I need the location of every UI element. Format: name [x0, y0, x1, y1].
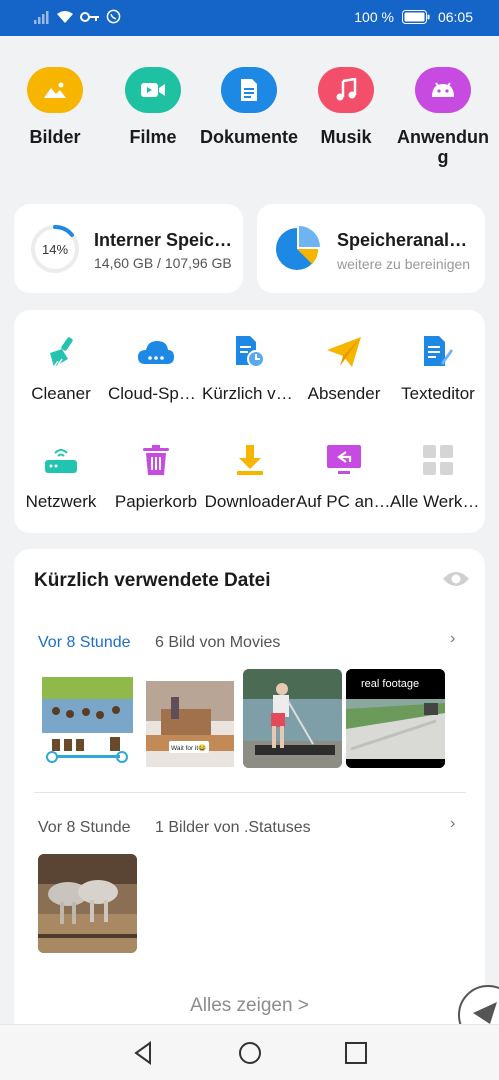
group-time: Vor 8 Stunde	[38, 634, 131, 651]
tool-text-editor[interactable]: Texteditor	[390, 332, 486, 404]
tool-label: Alle Werkzeuge	[390, 492, 486, 511]
pc-icon	[324, 440, 364, 480]
group-time: Vor 8 Stunde	[38, 819, 131, 836]
navigation-bar	[0, 1024, 499, 1080]
recent-files-title: Kürzlich verwendete Datei	[34, 570, 271, 591]
download-icon	[230, 440, 270, 480]
back-icon[interactable]	[130, 1039, 158, 1067]
eye-icon[interactable]	[442, 569, 470, 589]
group-description: 1 Bilder von .Statuses	[155, 819, 311, 836]
internal-storage-card[interactable]: 14% Interner Speicher 14,60 GB / 107,96 …	[14, 204, 243, 293]
status-icons-right: 100 % 06:05	[354, 9, 473, 25]
tool-label: Kürzlich verwendet	[202, 384, 298, 403]
recents-icon[interactable]	[342, 1039, 370, 1067]
group-divider	[34, 792, 466, 793]
chevron-right-icon[interactable]: ›	[450, 630, 455, 648]
tool-label: Auf PC anzeigen	[296, 492, 392, 511]
clock: 06:05	[437, 9, 473, 25]
storage-analysis-card[interactable]: Speicheranalyse weitere zu bereinigen	[257, 204, 485, 293]
storage-percent: 14%	[42, 242, 68, 257]
text-editor-icon	[418, 332, 458, 372]
tool-label: Cleaner	[31, 384, 91, 403]
paper-plane-icon	[473, 1002, 497, 1024]
cloud-icon	[136, 332, 176, 372]
battery-percent: 100 %	[354, 9, 394, 25]
tool-sender[interactable]: Absender	[296, 332, 392, 404]
storage-ring: 14%	[31, 225, 79, 273]
key-icon	[80, 11, 99, 22]
category-row: Bilder Filme Dokumente Musik Anwendung	[0, 64, 499, 174]
paper-plane-icon	[324, 332, 364, 372]
status-bar: 100 % 06:05	[0, 0, 499, 36]
tool-trash[interactable]: Papierkorb	[108, 440, 204, 512]
thumbnail[interactable]	[243, 669, 342, 768]
tool-label: Papierkorb	[114, 492, 198, 511]
pie-chart-icon	[276, 226, 320, 270]
thumbnail[interactable]	[38, 854, 137, 953]
trash-icon	[136, 440, 176, 480]
whatsapp-icon	[106, 9, 121, 24]
tool-label: Netzwerk	[25, 492, 97, 511]
internal-storage-usage: 14,60 GB / 107,96 GB	[94, 255, 232, 271]
chevron-right-icon[interactable]: ›	[450, 815, 455, 833]
tool-cleaner[interactable]: Cleaner	[13, 332, 109, 404]
tool-network[interactable]: Netzwerk	[13, 440, 109, 512]
category-dokumente[interactable]: Dokumente	[197, 64, 301, 147]
document-icon	[221, 67, 277, 113]
status-icons-left	[34, 9, 121, 24]
thumbnail-image	[243, 669, 342, 768]
broom-icon	[41, 332, 81, 372]
thumbnail-image	[42, 677, 133, 765]
tools-card: Cleaner Cloud-Speicher Kürzlich verwende…	[13, 310, 486, 533]
music-icon	[318, 67, 374, 113]
tool-label: Cloud-Speicher	[108, 384, 204, 403]
group-description: 6 Bild von Movies	[155, 634, 281, 651]
category-filme[interactable]: Filme	[104, 64, 202, 147]
tool-recent[interactable]: Kürzlich verwendet	[202, 332, 298, 404]
image-icon	[27, 67, 83, 113]
thumbnail-image: Wait for it😂	[146, 681, 234, 767]
router-icon	[41, 440, 81, 480]
tool-label: Downloader	[204, 492, 296, 511]
category-label: Filme	[129, 127, 177, 147]
battery-icon	[401, 10, 430, 24]
storage-analysis-sub: weitere zu bereinigen	[337, 256, 471, 272]
storage-analysis-title: Speicheranalyse	[337, 230, 472, 250]
thumbnail-caption: real footage	[361, 678, 419, 690]
android-icon	[415, 67, 471, 113]
internal-storage-title: Interner Speicher	[94, 230, 237, 250]
tool-show-on-pc[interactable]: Auf PC anzeigen	[296, 440, 392, 512]
tool-all-tools[interactable]: Alle Werkzeuge	[390, 440, 486, 512]
video-icon	[125, 67, 181, 113]
home-icon[interactable]	[236, 1039, 264, 1067]
category-label: Anwendung	[397, 127, 489, 167]
tool-label: Absender	[307, 384, 381, 403]
tool-downloader[interactable]: Downloader	[202, 440, 298, 512]
tool-cloud[interactable]: Cloud-Speicher	[108, 332, 204, 404]
category-label: Bilder	[29, 127, 81, 147]
recent-files-card	[14, 549, 485, 1039]
category-label: Musik	[320, 127, 372, 147]
category-label: Dokumente	[199, 127, 298, 147]
thumbnail-image	[38, 854, 137, 953]
thumbnail[interactable]	[38, 669, 137, 768]
thumbnail[interactable]: Wait for it😂	[141, 669, 240, 768]
category-bilder[interactable]: Bilder	[6, 64, 104, 147]
wifi-icon	[57, 10, 73, 23]
thumbnail-caption: Wait for it😂	[171, 744, 206, 752]
signal-icon	[34, 10, 49, 24]
tool-label: Texteditor	[401, 384, 475, 403]
grid-icon	[418, 440, 458, 480]
recent-file-icon	[230, 332, 270, 372]
category-anwendung[interactable]: Anwendung	[393, 64, 493, 167]
thumbnail-image: real footage	[346, 669, 445, 768]
show-all-link[interactable]: Alles zeigen >	[0, 995, 499, 1017]
category-musik[interactable]: Musik	[297, 64, 395, 147]
thumbnail[interactable]: real footage	[346, 669, 445, 768]
